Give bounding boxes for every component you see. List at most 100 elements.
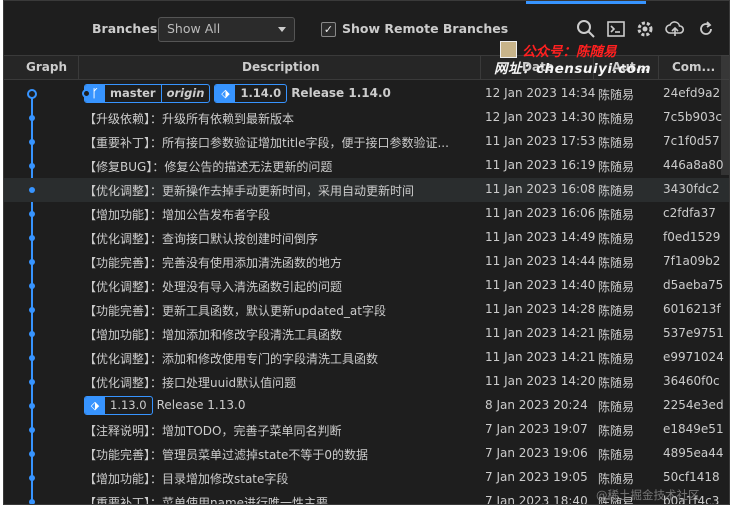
column-divider[interactable] [78, 56, 79, 80]
commit-author: 陈随易 [598, 424, 635, 438]
graph-commit-node[interactable] [29, 379, 35, 385]
commit-description: 【增加功能】：目录增加修改state字段 [84, 472, 289, 486]
commit-description: ᚴ master origin ⬗ 1.14.0 Release 1.14.0 [84, 84, 474, 103]
table-row[interactable]: 【优化调整】：添加和修改使用专门的字段清洗工具函数 11 Jan 2023 14:… [4, 346, 729, 370]
commit-author: 陈随易 [598, 160, 635, 174]
commit-author: 陈随易 [598, 280, 635, 294]
commit-hash: 36460f0c [663, 374, 720, 388]
commit-date: 11 Jan 2023 14:21 [485, 350, 596, 364]
branches-select[interactable]: Show All [158, 17, 295, 42]
table-row[interactable]: 【升级依赖】：升级所有依赖到最新版本 12 Jan 2023 14:30 陈随易 7c… [4, 106, 729, 130]
table-row[interactable]: ᚴ master origin ⬗ 1.14.0 Release 1.14.0 12 Jan… [4, 82, 729, 106]
graph-commit-node[interactable] [29, 115, 35, 121]
graph-commit-node[interactable] [29, 235, 35, 241]
graph-commit-node[interactable] [29, 355, 35, 361]
table-row[interactable]: 【优化调整】：接口处理uuid默认值问题 11 Jan 2023 14:20 陈随易… [4, 370, 729, 394]
tag-ref-prev[interactable]: ⬗ 1.13.0 [84, 396, 153, 415]
graph-commit-node[interactable] [29, 403, 35, 409]
graph-commit-node[interactable] [29, 331, 35, 337]
commit-hash: 24efd9a2 [663, 86, 721, 100]
graph-commit-node[interactable] [29, 139, 35, 145]
table-row[interactable]: 【重要补丁】：所有接口参数验证增加title字段，便于接口参数验证... 11 J… [4, 130, 729, 154]
tag-ref-latest[interactable]: ⬗ 1.14.0 [214, 84, 288, 103]
search-icon[interactable] [576, 19, 596, 39]
commit-list: ᚴ master origin ⬗ 1.14.0 Release 1.14.0 12 Jan… [4, 82, 729, 505]
refresh-icon[interactable] [696, 19, 716, 39]
tag-icon: ⬗ [85, 397, 105, 414]
table-row[interactable]: 【注释说明】：增加TODO，完善子菜单同名判断 7 Jan 2023 19:07 陈… [4, 418, 729, 442]
table-row[interactable]: 【优化调整】：更新操作去掉手动更新时间，采用自动更新时间 11 Jan 2023 … [4, 178, 729, 202]
commit-author: 陈随易 [598, 328, 635, 342]
commit-date: 11 Jan 2023 14:40 [485, 278, 596, 292]
column-graph[interactable]: Graph [26, 60, 67, 74]
commit-description: 【修复BUG】：修复公告的描述无法更新的问题 [84, 160, 333, 174]
commit-date: 11 Jan 2023 16:08 [485, 182, 596, 196]
commit-author: 陈随易 [598, 136, 635, 150]
commit-author: 陈随易 [598, 184, 635, 198]
column-divider[interactable] [480, 56, 481, 80]
graph-commit-node[interactable] [29, 283, 35, 289]
commit-date: 11 Jan 2023 14:28 [485, 302, 596, 316]
branch-ref-master[interactable]: ᚴ master origin [84, 84, 211, 103]
watermark-url: 网址：chensuiyi.com [494, 61, 652, 77]
chevron-down-icon [278, 27, 286, 32]
branches-select-value: Show All [167, 21, 221, 36]
commit-description: 【重要补丁】：菜单使用name进行唯一性主要 [84, 496, 329, 505]
commit-date: 8 Jan 2023 20:24 [485, 398, 588, 412]
commit-date: 7 Jan 2023 19:05 [485, 470, 588, 484]
graph-commit-node[interactable] [29, 475, 35, 481]
commit-hash: 2254e3ed [663, 398, 724, 412]
commit-author: 陈随易 [598, 400, 635, 414]
table-row[interactable]: 【功能完善】：完善没有使用添加清洗函数的地方 11 Jan 2023 14:44 陈… [4, 250, 729, 274]
graph-commit-node[interactable] [29, 187, 35, 193]
table-row[interactable]: 【优化调整】：处理没有导入清洗函数引起的问题 11 Jan 2023 14:40 陈… [4, 274, 729, 298]
commit-hash: 50cf1418 [663, 470, 720, 484]
commit-hash: 7f1a09b2 [663, 254, 721, 268]
commit-date: 7 Jan 2023 19:06 [485, 446, 588, 460]
commit-author: 陈随易 [598, 352, 635, 366]
git-graph-panel: Branches: Show All ✓ Show Remote Branche… [3, 0, 730, 505]
terminal-icon[interactable] [606, 19, 626, 39]
commit-hash: 7c1f0d57 [663, 134, 720, 148]
commit-author: 陈随易 [598, 112, 635, 126]
table-row[interactable]: 【优化调整】：查询接口默认按创建时间倒序 11 Jan 2023 14:49 陈随易… [4, 226, 729, 250]
column-description[interactable]: Description [242, 60, 320, 74]
table-row[interactable]: ⬗ 1.13.0 Release 1.13.0 8 Jan 2023 20:24 陈随易… [4, 394, 729, 418]
graph-commit-node[interactable] [27, 89, 37, 99]
commit-date: 11 Jan 2023 16:19 [485, 158, 596, 172]
commit-description: 【优化调整】：添加和修改使用专门的字段清洗工具函数 [84, 352, 379, 366]
graph-commit-node[interactable] [29, 259, 35, 265]
commit-date: 11 Jan 2023 14:21 [485, 326, 596, 340]
graph-commit-node[interactable] [29, 163, 35, 169]
table-row[interactable]: 【增加功能】：增加公告发布者字段 11 Jan 2023 16:06 陈随易 c2fd… [4, 202, 729, 226]
commit-date: 11 Jan 2023 17:53 [485, 134, 596, 148]
commit-description: 【注释说明】：增加TODO，完善子菜单同名判断 [84, 424, 342, 438]
show-remote-checkbox[interactable]: ✓ [321, 22, 336, 37]
table-row[interactable]: 【增加功能】：增加添加和修改字段清洗工具函数 11 Jan 2023 14:21 陈… [4, 322, 729, 346]
commit-description: 【增加功能】：增加公告发布者字段 [84, 208, 271, 222]
commit-hash: c2fdfa37 [663, 206, 716, 220]
avatar [500, 41, 517, 58]
gear-icon[interactable] [635, 19, 655, 39]
cloud-fetch-icon[interactable] [665, 19, 685, 39]
graph-commit-node[interactable] [29, 427, 35, 433]
commit-date: 7 Jan 2023 19:07 [485, 422, 588, 436]
table-row[interactable]: 【功能完善】：管理员菜单过滤掉state不等于0的数据 7 Jan 2023 19… [4, 442, 729, 466]
commit-description: 【增加功能】：增加添加和修改字段清洗工具函数 [84, 328, 343, 342]
footer-watermark: @稀土掘金技术社区 [596, 488, 700, 502]
commit-hash: 4895ea44 [663, 446, 724, 460]
graph-commit-node[interactable] [29, 307, 35, 313]
show-remote-label[interactable]: Show Remote Branches [342, 21, 508, 36]
graph-commit-node[interactable] [29, 451, 35, 457]
table-row[interactable]: 【功能完善】：更新工具函数，默认更新updated_at字段 11 Jan 202… [4, 298, 729, 322]
commit-author: 陈随易 [598, 232, 635, 246]
commit-author: 陈随易 [598, 208, 635, 222]
graph-commit-node[interactable] [29, 499, 35, 504]
commit-date: 11 Jan 2023 16:06 [485, 206, 596, 220]
graph-commit-node[interactable] [29, 211, 35, 217]
commit-hash: d5aeba75 [663, 278, 724, 292]
commit-author: 陈随易 [598, 376, 635, 390]
table-row[interactable]: 【修复BUG】：修复公告的描述无法更新的问题 11 Jan 2023 16:19 陈… [4, 154, 729, 178]
commit-description: 【优化调整】：更新操作去掉手动更新时间，采用自动更新时间 [84, 184, 415, 198]
commit-description: 【优化调整】：处理没有导入清洗函数引起的问题 [84, 280, 343, 294]
